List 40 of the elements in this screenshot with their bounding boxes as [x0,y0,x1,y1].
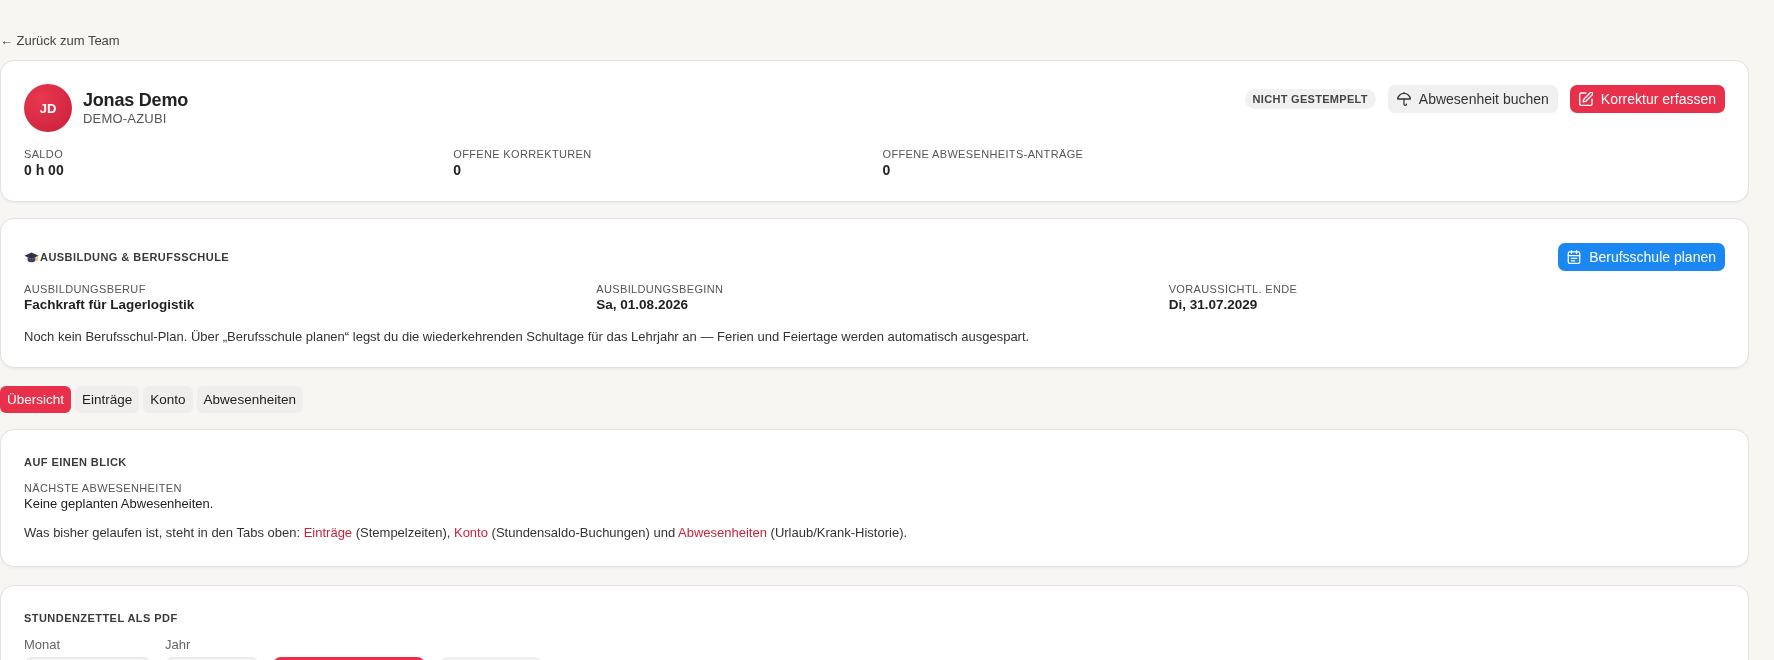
back-link[interactable]: ← Zurück zum Team [0,32,120,50]
field-label: AUSBILDUNGSBEGINN [596,282,725,296]
stat-value: 0 h 00 [24,161,65,179]
umbrella-icon [1396,92,1411,106]
calendar-icon [1567,250,1582,264]
field-value: Di, 31.07.2029 [1168,296,1259,314]
stat-value: 0 [453,161,463,179]
field-label: NÄCHSTE ABWESENHEITEN [24,481,183,495]
edit-icon [1578,92,1593,106]
plan-school-button[interactable]: Berufsschule planen [1558,243,1725,271]
tab[interactable]: Übersicht [0,386,72,413]
field-label: AUSBILDUNGSBERUF [24,282,147,296]
tab[interactable]: Konto [143,386,193,413]
person-name: Jonas Demo [83,89,189,111]
stat-label: OFFENE ABWESENHEITS-ANTRÄGE [882,147,1085,161]
tab-link[interactable]: Abwesenheiten [678,525,767,540]
tab[interactable]: Abwesenheiten [196,386,303,413]
tab-link[interactable]: Konto [453,525,488,540]
field-label: Monat [24,637,62,653]
stat-label: SALDO [24,147,65,161]
section-title: AUSBILDUNG & BERUFSSCHULE [40,250,230,264]
avatar: JD [24,84,72,132]
field-value: Fachkraft für Lagerlogistik [24,296,196,314]
person-role: DEMO-AZUBI [83,111,168,127]
field-label: Jahr [165,637,192,653]
book-absence-button[interactable]: Abwesenheit buchen [1387,85,1558,113]
tab-link[interactable]: Einträge [303,525,353,540]
section-title: AUF EINEN BLICK [24,455,128,469]
graduation-cap-icon [24,251,39,263]
add-correction-button[interactable]: Korrektur erfassen [1569,85,1725,113]
status-badge: NICHT GESTEMPELT [1244,89,1376,109]
field-label: VORAUSSICHTL. ENDE [1168,282,1299,296]
hint-text: Was bisher gelaufen ist, steht in den Tabs oben: Einträge (Stempelzeiten), Konto (Stundensaldo-Buchungen) und Abwesenheiten (Urlaub/Krank-Historie). [24,524,909,542]
field-value: Keine geplanten Abwesenheiten. [24,495,215,513]
section-title: STUNDENZETTEL ALS PDF [24,611,179,625]
stat-label: OFFENE KORREKTUREN [453,147,593,161]
tab[interactable]: Einträge [75,386,140,413]
stat-value: 0 [882,161,892,179]
note-text: Noch kein Berufsschul-Plan. Über „Berufsschule planen“ legst du die wiederkehrenden Schultage für das Lehrjahr an — Ferien und Feiertage werden automatisch ausgespart. [24,328,1031,346]
field-value: Sa, 01.08.2026 [596,296,689,314]
